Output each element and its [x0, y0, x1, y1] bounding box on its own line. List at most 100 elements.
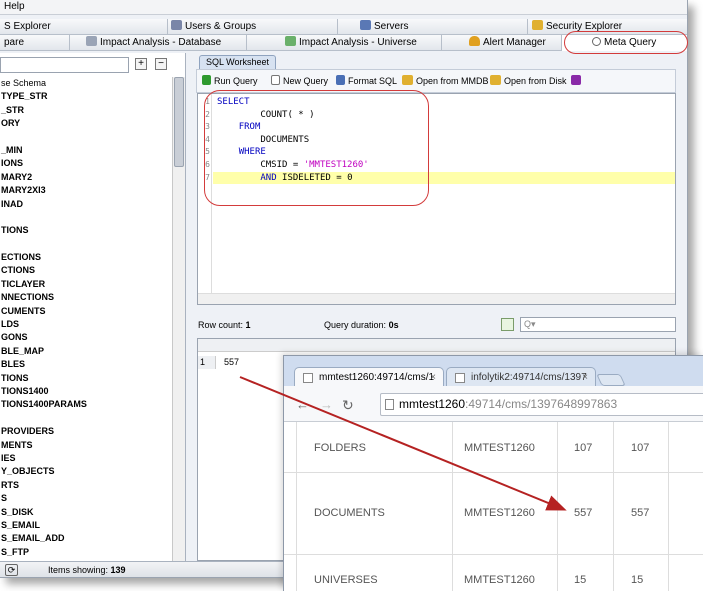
schema-scrollbar[interactable] — [172, 77, 185, 561]
schema-item[interactable]: _STR — [0, 104, 171, 117]
expand-all-button[interactable]: + — [135, 58, 147, 70]
editor-hscrollbar[interactable] — [198, 293, 675, 304]
cms-table: FOLDERS MMTEST1260 107 107 DOCUMENTS MMTEST12… — [284, 422, 703, 591]
schema-item[interactable]: S — [0, 492, 171, 505]
schema-item[interactable]: BLES — [0, 358, 171, 371]
tab-users-groups[interactable]: Users & Groups — [168, 19, 338, 35]
schema-item[interactable]: MARY2 — [0, 171, 171, 184]
tab-sql-worksheet[interactable]: SQL Worksheet — [199, 55, 276, 69]
schema-item[interactable]: MENTS — [0, 439, 171, 452]
close-tab-icon[interactable]: × — [582, 368, 588, 387]
tab-explorer[interactable]: S Explorer — [0, 19, 168, 35]
schema-item[interactable]: CTIONS — [0, 264, 171, 277]
schema-item[interactable]: RTS — [0, 479, 171, 492]
schema-item[interactable]: S_EMAIL — [0, 519, 171, 532]
browser-window: mmtest1260:49714/cms/1 × infolytik2:49714… — [283, 355, 703, 591]
servers-icon — [360, 20, 371, 30]
col-divider — [296, 422, 297, 591]
collapse-all-button[interactable]: − — [155, 58, 167, 70]
schema-item[interactable]: NNECTIONS — [0, 291, 171, 304]
export-excel-icon[interactable] — [501, 318, 514, 331]
results-header — [198, 339, 675, 352]
schema-item[interactable] — [0, 412, 171, 425]
cms-cell-a: 107 — [574, 442, 593, 454]
schema-item[interactable] — [0, 211, 171, 224]
page-icon — [385, 399, 394, 410]
schema-item[interactable]: MARY2XI3 — [0, 184, 171, 197]
tab-impact-universe[interactable]: Impact Analysis - Universe — [247, 35, 442, 51]
impact-db-icon — [86, 36, 97, 46]
open-disk-button[interactable]: Open from Disk — [490, 75, 567, 86]
bell-icon — [469, 36, 480, 46]
cms-cell-type: UNIVERSES — [314, 574, 378, 586]
scroll-thumb[interactable] — [174, 77, 184, 167]
schema-item[interactable]: IONS — [0, 157, 171, 170]
result-search-input[interactable]: Q▾ — [520, 317, 676, 332]
menu-bar: Help — [0, 0, 687, 15]
schema-item[interactable]: TIONS1400 — [0, 385, 171, 398]
items-showing: Items showing: 139 — [48, 565, 126, 575]
browser-tab-mmtest[interactable]: mmtest1260:49714/cms/1 × — [294, 367, 444, 387]
schema-panel: + − se Schema TYPE_STR _STR ORY _MIN IONS MARY… — [0, 53, 186, 561]
reload-icon[interactable]: ↻ — [342, 397, 354, 414]
col-divider — [452, 422, 453, 591]
forward-arrow-icon[interactable]: → — [320, 397, 333, 412]
refresh-icon[interactable]: ⟳ — [5, 564, 18, 576]
page-icon — [455, 373, 465, 383]
close-tab-icon[interactable]: × — [430, 368, 436, 387]
new-document-icon — [271, 75, 280, 85]
schema-item[interactable]: INAD — [0, 198, 171, 211]
schema-item[interactable]: S_EMAIL_ADD — [0, 532, 171, 545]
browser-tab-infolytik[interactable]: infolytik2:49714/cms/1397 × — [446, 367, 596, 387]
schema-item[interactable]: Y_OBJECTS — [0, 465, 171, 478]
new-query-button[interactable]: New Query — [271, 75, 328, 86]
cms-cell-cms: MMTEST1260 — [464, 507, 535, 519]
schema-item[interactable]: TIONS — [0, 372, 171, 385]
row-count: Row count: 1 — [198, 320, 251, 330]
schema-item[interactable] — [0, 131, 171, 144]
row-divider — [284, 554, 703, 555]
col-divider — [613, 422, 614, 591]
schema-item[interactable]: S_FTP — [0, 546, 171, 559]
schema-item[interactable]: _MIN — [0, 144, 171, 157]
schema-item[interactable]: LDS — [0, 318, 171, 331]
col-divider — [557, 422, 558, 591]
address-bar[interactable]: mmtest1260:49714/cms/1397648997863 — [380, 393, 703, 416]
schema-item[interactable]: TICLAYER — [0, 278, 171, 291]
col-divider — [668, 422, 669, 591]
tab-alert-manager[interactable]: Alert Manager — [442, 35, 562, 51]
annotation-ring-sql — [204, 90, 429, 206]
schema-search-input[interactable] — [0, 57, 129, 73]
schema-item[interactable]: TIONS1400PARAMS — [0, 398, 171, 411]
save-icon — [571, 75, 581, 85]
schema-item[interactable]: TIONS — [0, 224, 171, 237]
cms-cell-b: 107 — [631, 442, 650, 454]
menu-help[interactable]: Help — [4, 1, 25, 12]
schema-item[interactable]: S_DISK — [0, 506, 171, 519]
cms-cell-b: 15 — [631, 574, 644, 586]
back-arrow-icon[interactable]: ← — [296, 397, 309, 412]
schema-item[interactable]: BLE_MAP — [0, 345, 171, 358]
open-folder-icon — [490, 75, 501, 85]
format-sql-button[interactable]: Format SQL — [336, 75, 397, 86]
tab-impact-db[interactable]: Impact Analysis - Database — [70, 35, 247, 51]
schema-item[interactable]: se Schema — [0, 77, 171, 90]
new-tab-button[interactable] — [596, 374, 626, 386]
tab-compare[interactable]: pare — [0, 35, 70, 51]
save-button[interactable] — [571, 75, 584, 86]
schema-item[interactable]: GONS — [0, 331, 171, 344]
schema-item[interactable] — [0, 238, 171, 251]
schema-item[interactable]: IES — [0, 452, 171, 465]
schema-item[interactable]: ORY — [0, 117, 171, 130]
schema-item[interactable]: PROVIDERS — [0, 425, 171, 438]
query-duration: Query duration: 0s — [324, 320, 399, 330]
schema-item[interactable]: ECTIONS — [0, 251, 171, 264]
tab-servers[interactable]: Servers — [338, 19, 528, 35]
schema-item[interactable]: CUMENTS — [0, 305, 171, 318]
schema-item[interactable]: TYPE_STR — [0, 90, 171, 103]
cms-cell-type: FOLDERS — [314, 442, 366, 454]
open-mmdb-button[interactable]: Open from MMDB — [402, 75, 489, 86]
result-value[interactable]: 557 — [224, 356, 239, 369]
run-query-button[interactable]: Run Query — [202, 75, 258, 86]
schema-tree[interactable]: se Schema TYPE_STR _STR ORY _MIN IONS MARY2 MAR… — [0, 77, 171, 561]
